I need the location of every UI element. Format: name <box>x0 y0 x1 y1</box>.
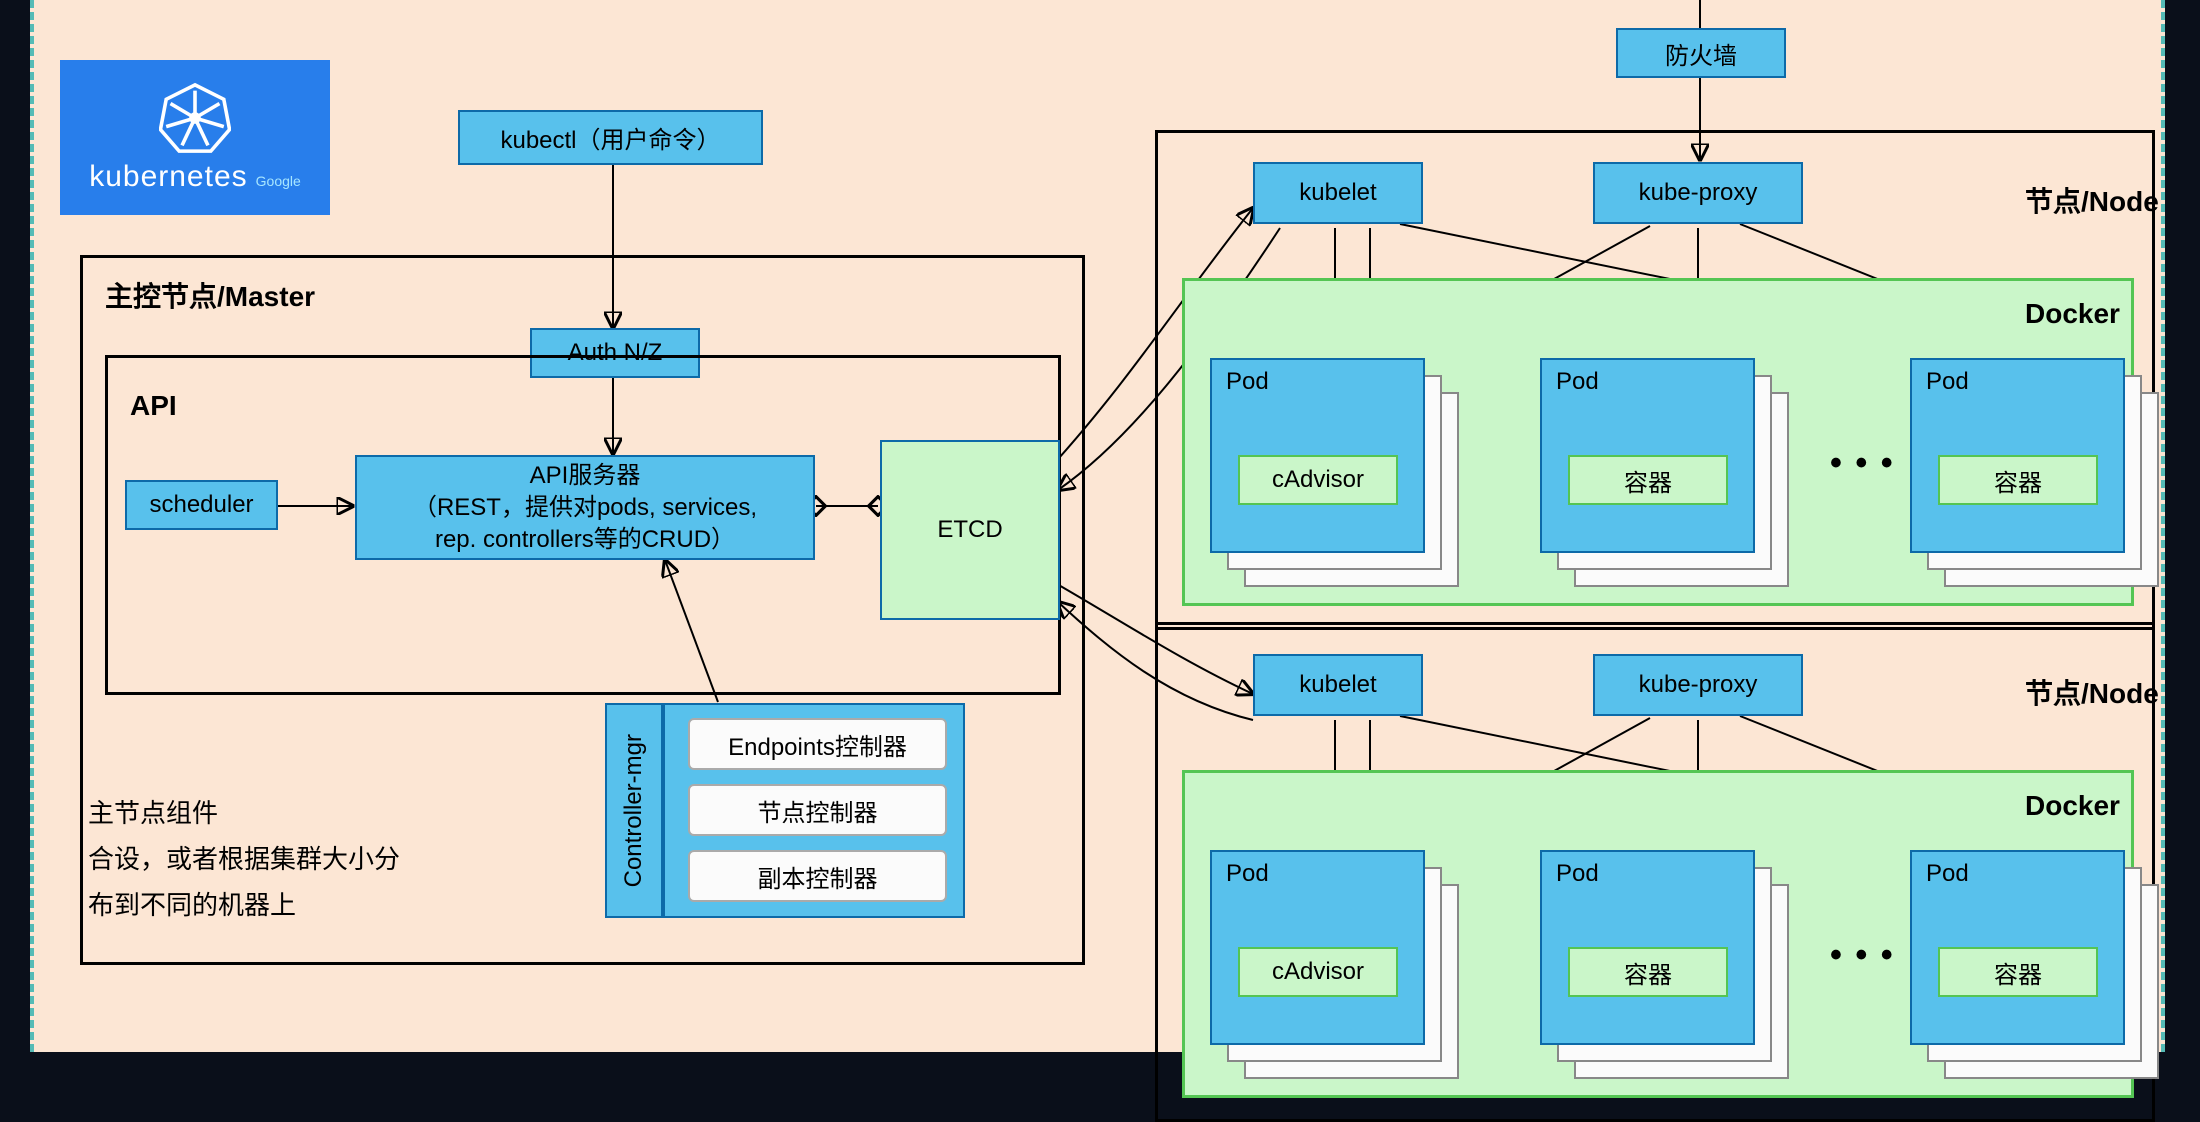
pod-title: Pod <box>1926 860 1969 888</box>
pod-title: Pod <box>1556 860 1599 888</box>
pod-inner: cAdvisor <box>1238 455 1398 505</box>
replica-controller: 副本控制器 <box>688 850 947 902</box>
logo-sub: Google <box>256 173 301 189</box>
pod-box: Pod 容器 <box>1540 358 1755 553</box>
kubernetes-logo: kubernetes Google <box>60 60 330 215</box>
pod-title: Pod <box>1926 368 1969 396</box>
kubectl-box: kubectl（用户命令） <box>458 110 763 165</box>
pod-inner: 容器 <box>1938 455 2098 505</box>
master-note: 主节点组件 合设，或者根据集群大小分 布到不同的机器上 <box>88 790 400 928</box>
pod-title: Pod <box>1556 368 1599 396</box>
pod-box: Pod 容器 <box>1910 850 2125 1045</box>
pod-inner: 容器 <box>1568 947 1728 997</box>
pod-inner: 容器 <box>1938 947 2098 997</box>
api-title: API <box>130 390 177 422</box>
pod-box: Pod 容器 <box>1540 850 1755 1045</box>
pod-box: Pod 容器 <box>1910 358 2125 553</box>
pod-inner: cAdvisor <box>1238 947 1398 997</box>
pod-title: Pod <box>1226 368 1269 396</box>
controller-mgr-label: Controller-mgr <box>620 734 648 887</box>
node1-title: 节点/Node <box>2025 180 2159 220</box>
master-title: 主控节点/Master <box>105 275 315 315</box>
node2-title: 节点/Node <box>2025 672 2159 712</box>
apiserver-l2: （REST，提供对pods, services, <box>413 492 757 524</box>
kubelet-1: kubelet <box>1253 162 1423 224</box>
pod-dots: • • • <box>1830 444 1895 483</box>
pod-inner: 容器 <box>1568 455 1728 505</box>
kubelet-2: kubelet <box>1253 654 1423 716</box>
logo-text: kubernetes <box>89 160 247 193</box>
etcd-box: ETCD <box>880 440 1060 620</box>
apiserver-box: API服务器 （REST，提供对pods, services, rep. con… <box>355 455 815 560</box>
apiserver-l3: rep. controllers等的CRUD） <box>435 524 735 556</box>
docker-title-1: Docker <box>2025 298 2120 330</box>
pod-title: Pod <box>1226 860 1269 888</box>
node-controller: 节点控制器 <box>688 784 947 836</box>
pod-dots: • • • <box>1830 936 1895 975</box>
kubeproxy-1: kube-proxy <box>1593 162 1803 224</box>
firewall-box: 防火墙 <box>1616 28 1786 78</box>
docker-title-2: Docker <box>2025 790 2120 822</box>
pod-box: Pod cAdvisor <box>1210 850 1425 1045</box>
kubeproxy-2: kube-proxy <box>1593 654 1803 716</box>
pod-box: Pod cAdvisor <box>1210 358 1425 553</box>
wheel-icon <box>159 82 231 154</box>
apiserver-l1: API服务器 <box>530 460 641 492</box>
endpoints-controller: Endpoints控制器 <box>688 718 947 770</box>
scheduler-box: scheduler <box>125 480 278 530</box>
controller-mgr-box: Controller-mgr <box>605 703 663 918</box>
